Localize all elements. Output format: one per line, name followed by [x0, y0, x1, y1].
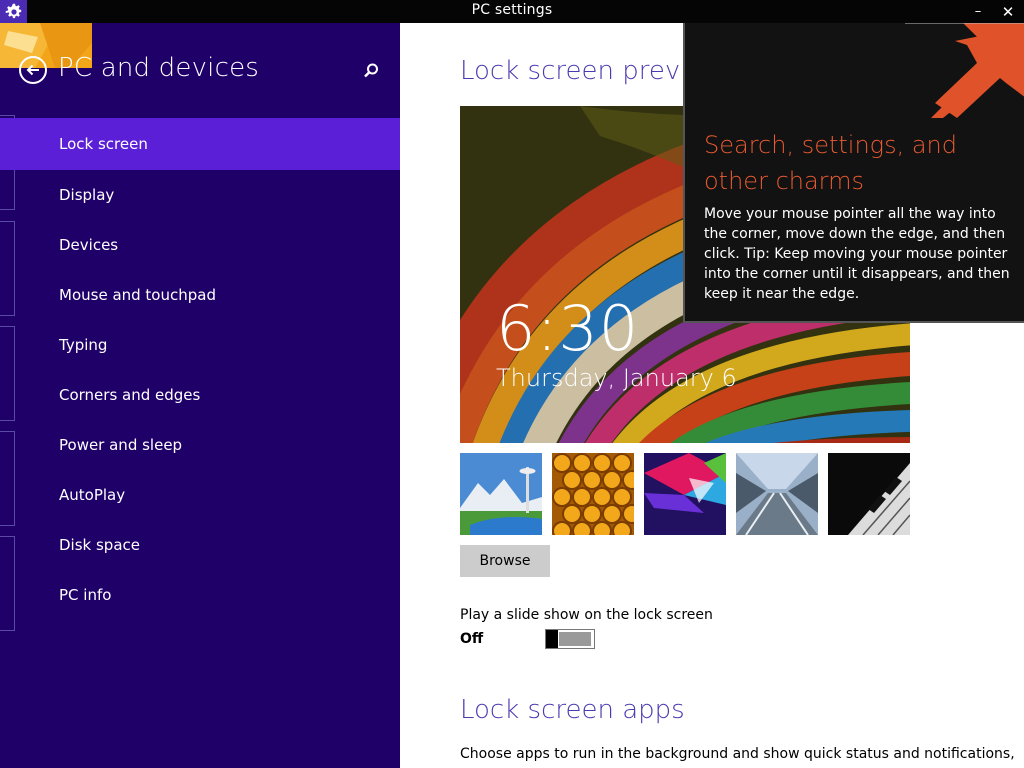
- sidebar-item-display[interactable]: Display: [0, 170, 400, 220]
- back-button[interactable]: [19, 56, 47, 84]
- toggle-knob[interactable]: [546, 630, 558, 648]
- sidebar-item-autoplay[interactable]: AutoPlay: [0, 470, 400, 520]
- sidebar: PC and devices Lock screen Display Devic…: [0, 23, 400, 768]
- sidebar-item-power-and-sleep[interactable]: Power and sleep: [0, 420, 400, 470]
- preview-date: Thursday, January 6: [496, 364, 737, 392]
- preview-time: 6:30: [496, 292, 640, 365]
- sidebar-item-pc-info[interactable]: PC info: [0, 570, 400, 620]
- arrow-up-right-icon: [905, 23, 1024, 118]
- background-thumbnail-geometric[interactable]: [644, 453, 726, 535]
- sidebar-item-corners-and-edges[interactable]: Corners and edges: [0, 370, 400, 420]
- browse-button[interactable]: Browse: [460, 545, 550, 577]
- charms-tip-heading: Search, settings, and other charms: [704, 131, 957, 195]
- background-picker: [460, 453, 910, 535]
- sidebar-nav: Lock screen Display Devices Mouse and to…: [0, 118, 400, 620]
- background-thumbnail-piano[interactable]: [828, 453, 910, 535]
- close-button[interactable]: ✕: [994, 0, 1022, 23]
- minimize-button[interactable]: –: [964, 0, 992, 23]
- lock-screen-apps-description: Choose apps to run in the background and…: [460, 746, 1015, 762]
- background-thumbnail-walkway[interactable]: [736, 453, 818, 535]
- sidebar-item-mouse-and-touchpad[interactable]: Mouse and touchpad: [0, 270, 400, 320]
- background-thumbnail-honeycomb[interactable]: [552, 453, 634, 535]
- sidebar-item-typing[interactable]: Typing: [0, 320, 400, 370]
- slideshow-label: Play a slide show on the lock screen: [460, 607, 713, 623]
- back-arrow-icon: [26, 64, 39, 76]
- sidebar-item-lock-screen[interactable]: Lock screen: [0, 118, 400, 170]
- window-title: PC settings: [471, 2, 553, 18]
- search-icon[interactable]: [362, 62, 380, 80]
- toggle-track: [559, 632, 591, 646]
- background-thumbnail-mountain[interactable]: [460, 453, 542, 535]
- charms-tip-body: Move your mouse pointer all the way into…: [704, 206, 1010, 302]
- title-bar: PC settings – ✕: [0, 0, 1024, 23]
- page-title: PC and devices: [58, 53, 260, 83]
- section-title-lock-screen-apps: Lock screen apps: [460, 695, 685, 725]
- charms-tip-overlay: Search, settings, and other charms Move …: [683, 23, 1024, 323]
- slideshow-toggle[interactable]: [545, 629, 595, 649]
- slideshow-toggle-state: Off: [460, 631, 484, 647]
- sidebar-item-disk-space[interactable]: Disk space: [0, 520, 400, 570]
- sidebar-item-devices[interactable]: Devices: [0, 220, 400, 270]
